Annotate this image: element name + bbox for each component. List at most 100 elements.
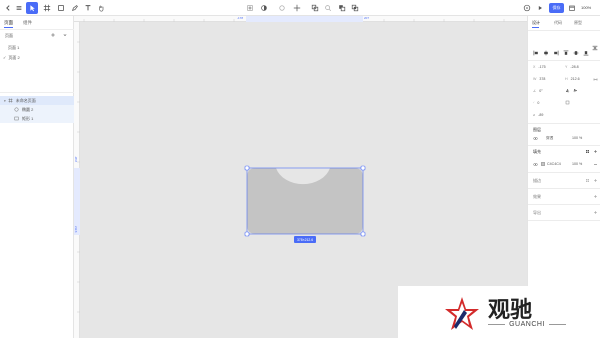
add-stroke-icon[interactable] xyxy=(593,178,598,183)
grid-icon[interactable] xyxy=(585,178,590,183)
watermark: 观驰 GUANCHI xyxy=(398,286,600,338)
export-section-title: 导出 xyxy=(533,210,541,215)
divider xyxy=(0,92,74,93)
divider xyxy=(528,172,600,173)
divider xyxy=(528,60,600,61)
ruler-label-top: -28.8 xyxy=(74,156,77,162)
save-button[interactable]: 保存 xyxy=(549,3,564,13)
grid-icon[interactable] xyxy=(585,149,590,154)
blend-mode-select[interactable]: 穿透 xyxy=(546,136,553,141)
search-icon[interactable] xyxy=(322,2,334,14)
intersect-icon[interactable] xyxy=(349,2,361,14)
rectangle-tool-icon[interactable] xyxy=(55,2,67,14)
fill-opacity-field[interactable]: 100 % xyxy=(572,162,582,166)
play-icon[interactable] xyxy=(534,2,546,14)
subtitle-rule xyxy=(488,323,506,325)
skew-field[interactable]: ⌀ -89 xyxy=(533,113,543,117)
radius-detail-icon[interactable] xyxy=(565,100,570,105)
pages-section-header: 页面 xyxy=(0,31,74,40)
add-effect-icon[interactable] xyxy=(593,194,598,199)
distribute-icon[interactable] xyxy=(592,45,598,51)
text-tool-icon[interactable] xyxy=(82,2,94,14)
layer-section-title: 图层 xyxy=(533,127,541,132)
x-field[interactable]: X -175 xyxy=(533,65,546,69)
pen-tool-icon[interactable] xyxy=(69,2,81,14)
frame-icon xyxy=(8,98,13,103)
mask-icon[interactable] xyxy=(244,2,256,14)
tab-indicator xyxy=(4,27,13,28)
lock-ratio-icon[interactable] xyxy=(593,77,598,82)
resize-handle xyxy=(244,231,250,237)
ellipse-icon xyxy=(14,107,19,112)
chevron-down-icon[interactable] xyxy=(62,32,68,38)
subtitle-rule xyxy=(548,323,566,325)
page-item[interactable]: ✓ 页面 2 xyxy=(0,53,74,62)
help-icon[interactable] xyxy=(521,2,533,14)
hand-tool-icon[interactable] xyxy=(95,2,107,14)
resize-handle xyxy=(360,231,366,237)
page-item[interactable]: 页面 1 xyxy=(0,43,74,52)
calendar-icon[interactable] xyxy=(566,2,578,14)
remove-fill-icon[interactable] xyxy=(593,162,598,167)
stroke-section-title: 描边 xyxy=(533,178,541,183)
rotation-field[interactable]: ∠ 0° xyxy=(533,89,543,93)
radius-field[interactable]: ◜ 0 xyxy=(533,101,539,105)
align-left-icon[interactable] xyxy=(533,50,539,56)
layer-rectangle[interactable]: 矩形 1 xyxy=(0,114,74,123)
frame-tool-icon[interactable] xyxy=(41,2,53,14)
subtract-icon[interactable] xyxy=(336,2,348,14)
layer-ellipse[interactable]: 椭圆 2 xyxy=(0,105,74,114)
menu-icon[interactable] xyxy=(13,2,25,14)
tab-components[interactable]: 组件 xyxy=(23,20,32,26)
ruler-label-start: -178 xyxy=(237,16,244,20)
layer-opacity-field[interactable]: 100 % xyxy=(572,136,582,140)
tab-design[interactable]: 设计 xyxy=(532,20,540,26)
eye-icon[interactable] xyxy=(533,162,538,167)
check-icon: ✓ xyxy=(3,55,7,60)
resize-handle xyxy=(360,165,366,171)
tab-pages[interactable]: 页面 xyxy=(4,20,13,26)
shape-rectangle-with-cutout xyxy=(247,168,363,234)
divider xyxy=(528,204,600,205)
pages-section-title: 页面 xyxy=(5,32,13,38)
fill-section-title: 填充 xyxy=(533,149,541,154)
chevron-down-icon[interactable]: ▾ xyxy=(4,99,6,103)
zoom-level[interactable]: 100% xyxy=(581,5,591,10)
component-icon[interactable] xyxy=(258,2,270,14)
move-icon[interactable] xyxy=(291,2,303,14)
add-page-icon[interactable] xyxy=(50,32,56,38)
align-center-icon[interactable] xyxy=(543,50,549,56)
width-field[interactable]: W 378 xyxy=(533,77,545,81)
y-field[interactable]: Y -28.8 xyxy=(565,65,579,69)
select-tool-icon[interactable] xyxy=(26,2,38,14)
tab-code[interactable]: 代码 xyxy=(554,20,562,26)
boolean-icon[interactable] xyxy=(276,2,288,14)
height-field[interactable]: H 212.6 xyxy=(565,77,580,81)
fill-color-field[interactable]: C4C4C4 xyxy=(547,162,561,166)
divider xyxy=(528,220,600,221)
ruler-label-end: 207 xyxy=(364,16,370,20)
top-toolbar: 保存 100% xyxy=(0,0,600,16)
union-icon[interactable] xyxy=(309,2,321,14)
divider xyxy=(528,188,600,189)
brand-subtitle-row: GUANCHI xyxy=(488,319,566,329)
layer-frame[interactable]: ▾ 未命名页面 xyxy=(0,96,74,105)
align-right-icon[interactable] xyxy=(553,50,559,56)
effect-section-title: 效果 xyxy=(533,194,541,199)
flip-vertical-icon[interactable] xyxy=(573,88,578,93)
star-logo xyxy=(445,297,479,330)
align-bottom-icon[interactable] xyxy=(583,50,589,56)
eye-icon[interactable] xyxy=(533,136,538,141)
divider xyxy=(0,29,74,30)
tab-prototype[interactable]: 原型 xyxy=(574,20,582,26)
left-panel: 页面 组件 页面 页面 1 ✓ 页面 2 ▾ 未命名页面 椭圆 2 矩形 1 xyxy=(0,16,74,338)
fill-swatch[interactable] xyxy=(541,162,545,166)
add-export-icon[interactable] xyxy=(593,210,598,215)
divider xyxy=(528,123,600,124)
resize-handle xyxy=(244,165,250,171)
align-middle-icon[interactable] xyxy=(573,50,579,56)
flip-horizontal-icon[interactable] xyxy=(565,88,570,93)
add-fill-icon[interactable] xyxy=(593,149,598,154)
align-top-icon[interactable] xyxy=(563,50,569,56)
ruler-label-bottom: 212.6 xyxy=(74,226,77,233)
